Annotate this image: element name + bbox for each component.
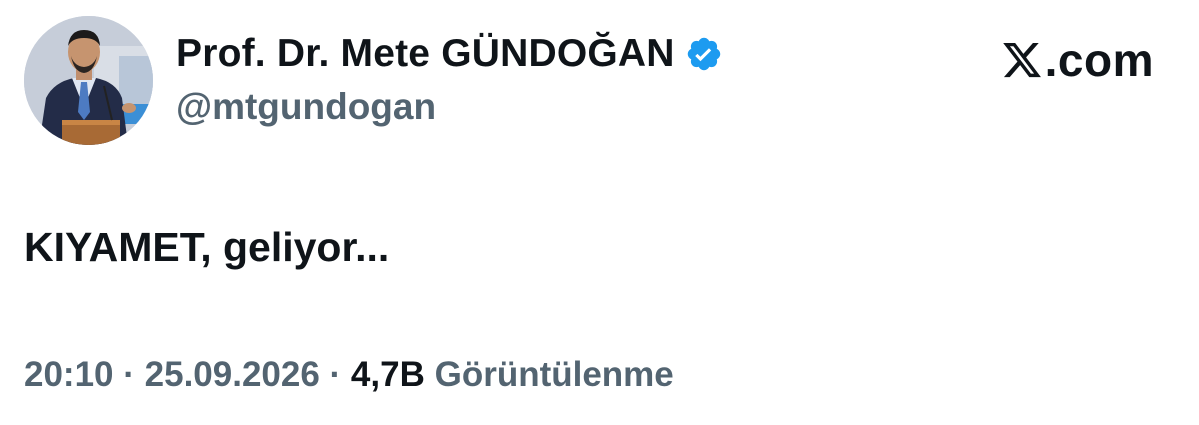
avatar[interactable] — [24, 16, 153, 145]
author-name-row: Prof. Dr. Mete GÜNDOĞAN — [176, 28, 723, 80]
views-label: Görüntülenme — [434, 355, 674, 394]
author-display-name[interactable]: Prof. Dr. Mete GÜNDOĞAN — [176, 32, 675, 76]
tweet-card: Prof. Dr. Mete GÜNDOĞAN @mtgundogan .com… — [0, 0, 1199, 425]
meta-separator: · — [319, 355, 351, 394]
tweet-time[interactable]: 20:10 — [24, 355, 114, 394]
meta-separator: · — [113, 355, 145, 394]
verified-badge-icon — [685, 35, 723, 73]
author-identity: Prof. Dr. Mete GÜNDOĞAN @mtgundogan — [176, 28, 723, 128]
brand-domain-text: .com — [1044, 34, 1154, 86]
tweet-text: KIYAMET, geliyor... — [24, 224, 390, 270]
author-handle[interactable]: @mtgundogan — [176, 86, 723, 128]
x-logo-icon — [1001, 39, 1043, 81]
tweet-meta: 20:10 · 25.09.2026 · 4,7B Görüntülenme — [24, 355, 674, 395]
views-count[interactable]: 4,7B — [351, 355, 425, 394]
avatar-image — [24, 16, 153, 145]
brand-logo[interactable]: .com — [1001, 30, 1154, 90]
tweet-date[interactable]: 25.09.2026 — [145, 355, 320, 394]
